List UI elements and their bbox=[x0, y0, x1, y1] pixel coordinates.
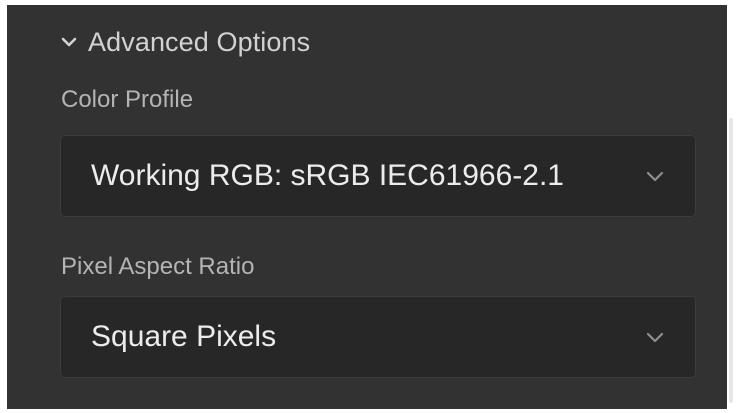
scrollbar[interactable] bbox=[729, 118, 733, 403]
section-title: Advanced Options bbox=[88, 26, 311, 57]
pixel-aspect-ratio-label: Pixel Aspect Ratio bbox=[61, 253, 255, 280]
chevron-down-icon bbox=[61, 37, 77, 47]
pixel-aspect-ratio-dropdown[interactable]: Square Pixels bbox=[60, 296, 696, 378]
color-profile-dropdown[interactable]: Working RGB: sRGB IEC61966-2.1 bbox=[60, 135, 696, 217]
chevron-down-icon bbox=[646, 332, 664, 343]
chevron-down-icon bbox=[646, 171, 664, 182]
color-profile-value: Working RGB: sRGB IEC61966-2.1 bbox=[91, 159, 564, 192]
advanced-options-toggle[interactable]: Advanced Options bbox=[60, 22, 310, 62]
color-profile-label: Color Profile bbox=[61, 86, 194, 113]
pixel-aspect-ratio-value: Square Pixels bbox=[91, 320, 277, 353]
